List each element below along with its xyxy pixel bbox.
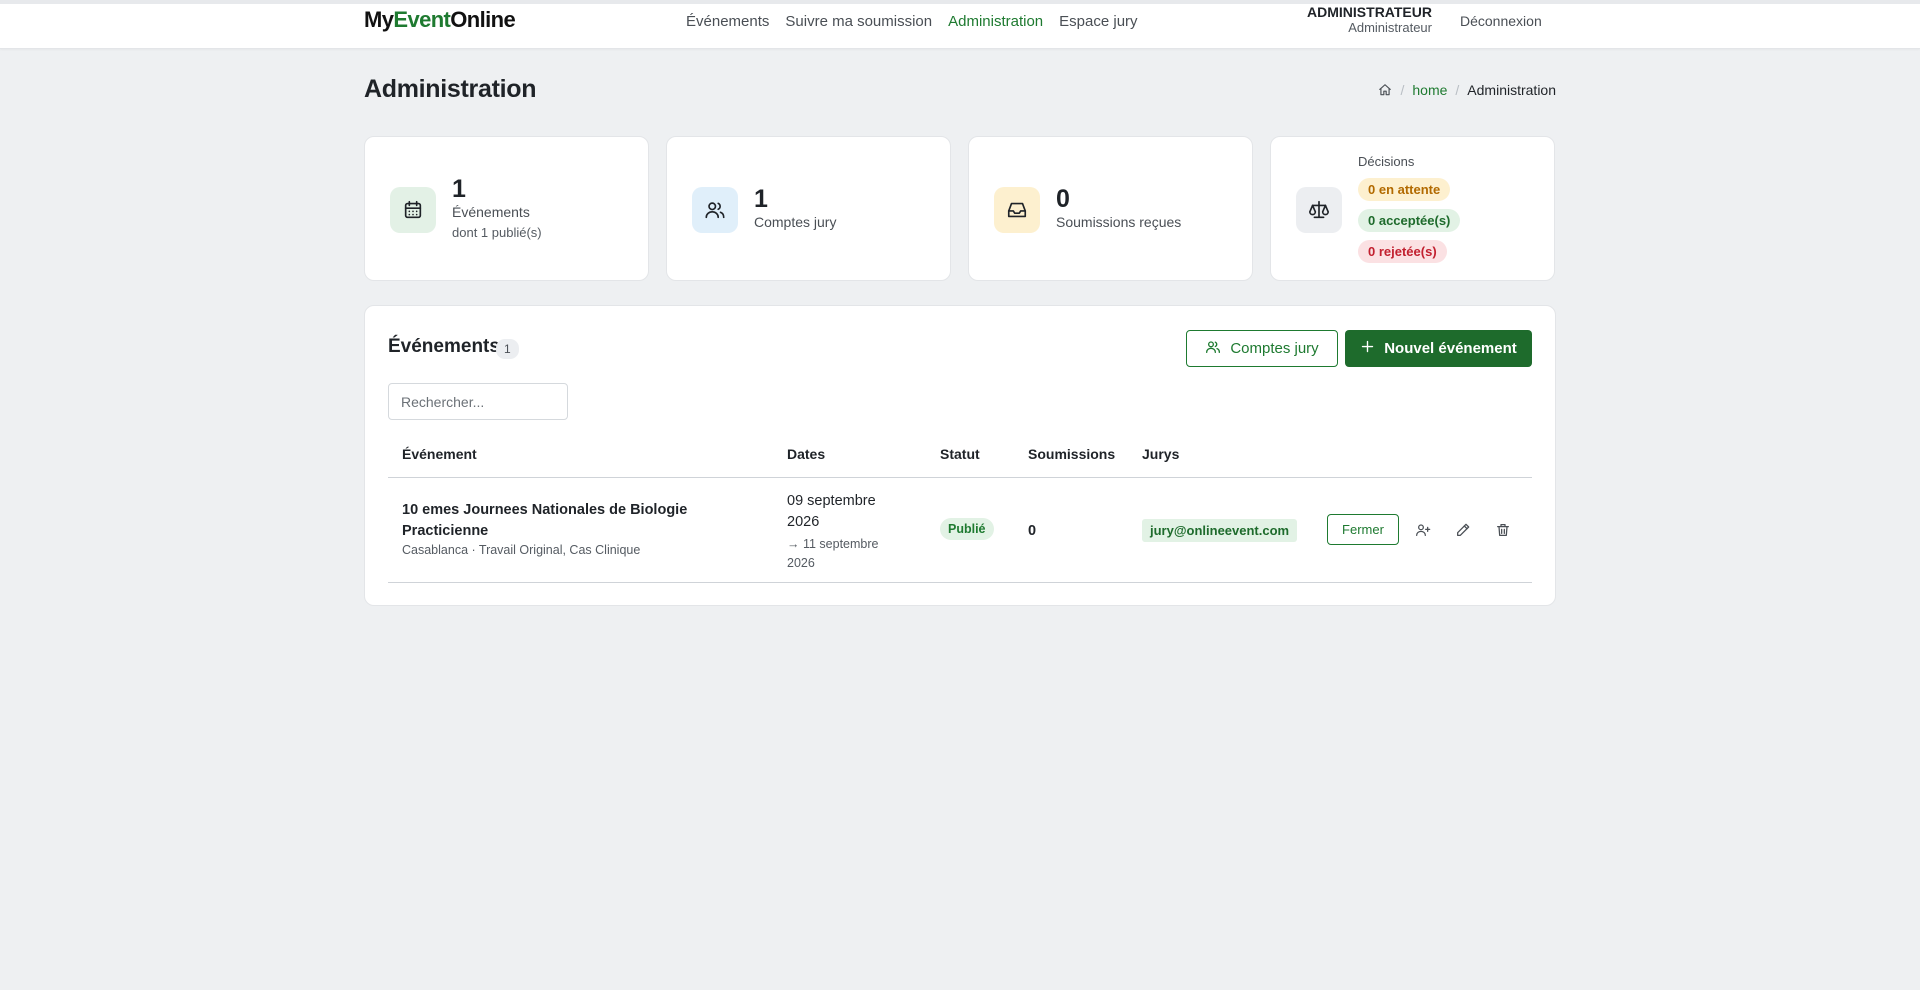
brand-logo[interactable]: MyEventOnline	[364, 7, 516, 33]
stat-events-label: Événements	[452, 204, 530, 220]
users-icon	[1205, 339, 1221, 359]
inbox-icon	[994, 187, 1040, 233]
column-header-jury[interactable]: Jurys	[1142, 446, 1179, 462]
stat-card-decisions: Décisions 0 en attente 0 acceptée(s) 0 r…	[1270, 136, 1555, 281]
user-role: Administrateur	[1348, 20, 1432, 35]
top-navbar: MyEventOnline Événements Suivre ma soumi…	[0, 0, 1920, 49]
event-subtitle: Casablanca · Travail Original, Cas Clini…	[402, 543, 641, 557]
stat-events-value: 1	[452, 175, 466, 203]
breadcrumb-separator: /	[1400, 82, 1405, 98]
jury-email-tag: jury@onlineevent.com	[1142, 519, 1298, 542]
nav-item-administration[interactable]: Administration	[948, 13, 1043, 30]
stat-jury-value: 1	[754, 185, 768, 213]
stat-submissions-value: 0	[1056, 185, 1070, 213]
table-header-divider	[388, 477, 1532, 478]
event-start-date: 09 septembre 2026	[787, 493, 876, 530]
jury-accounts-button-label: Comptes jury	[1230, 340, 1319, 357]
stat-events-hint: dont 1 publié(s)	[452, 225, 542, 240]
event-end-date: → 11 septembre 2026	[787, 537, 879, 570]
users-icon	[692, 187, 738, 233]
decision-rejected-badge: 0 rejetée(s)	[1358, 240, 1447, 263]
column-header-submissions[interactable]: Soumissions	[1028, 446, 1115, 462]
breadcrumb: / home / Administration	[1378, 82, 1556, 98]
logout-link[interactable]: Déconnexion	[1460, 13, 1542, 29]
events-panel: Événements 1 Comptes jury Nouvel événeme…	[364, 305, 1556, 606]
main-nav: Événements Suivre ma soumission Administ…	[686, 13, 1138, 30]
event-title[interactable]: 10 emes Journees Nationales de Biologie …	[402, 500, 702, 542]
home-icon[interactable]	[1378, 83, 1392, 97]
stat-card-events: 1 Événements dont 1 publié(s)	[364, 136, 649, 281]
close-event-button[interactable]: Fermer	[1327, 514, 1399, 545]
pencil-icon[interactable]	[1453, 520, 1473, 540]
breadcrumb-home[interactable]: home	[1412, 82, 1447, 98]
events-count-badge: 1	[496, 339, 519, 359]
column-header-event[interactable]: Événement	[402, 446, 477, 462]
user-plus-icon[interactable]	[1413, 520, 1433, 540]
user-name: ADMINISTRATEUR	[1307, 4, 1432, 20]
new-event-button[interactable]: Nouvel événement	[1345, 330, 1532, 367]
decision-accepted-badge: 0 acceptée(s)	[1358, 209, 1461, 232]
breadcrumb-separator: /	[1455, 82, 1460, 98]
submissions-count: 0	[1028, 523, 1037, 539]
breadcrumb-current: Administration	[1467, 82, 1556, 98]
nav-item-suivre-soumission[interactable]: Suivre ma soumission	[785, 13, 932, 30]
trash-icon[interactable]	[1493, 520, 1513, 540]
stat-card-jury: 1 Comptes jury	[666, 136, 951, 281]
page-title: Administration	[364, 75, 537, 103]
stat-card-submissions: 0 Soumissions reçues	[968, 136, 1253, 281]
stat-decisions-label: Décisions	[1358, 154, 1415, 169]
decision-pending-badge: 0 en attente	[1358, 178, 1451, 201]
stat-submissions-label: Soumissions reçues	[1056, 214, 1182, 230]
column-header-status[interactable]: Statut	[940, 446, 980, 462]
nav-item-espace-jury[interactable]: Espace jury	[1059, 13, 1137, 30]
stat-jury-label: Comptes jury	[754, 214, 837, 230]
user-info: ADMINISTRATEUR Administrateur	[1280, 4, 1432, 36]
table-row-divider	[388, 582, 1532, 583]
events-panel-title: Événements	[388, 336, 500, 357]
brand-part-online: Online	[450, 7, 516, 32]
status-badge: Publié	[940, 518, 994, 540]
scale-icon	[1296, 187, 1342, 233]
calendar-icon	[390, 187, 436, 233]
new-event-button-label: Nouvel événement	[1384, 340, 1517, 357]
plus-icon	[1360, 339, 1375, 358]
column-header-dates[interactable]: Dates	[787, 446, 825, 462]
nav-item-evenements[interactable]: Événements	[686, 13, 769, 30]
search-input[interactable]	[388, 383, 568, 420]
jury-accounts-button[interactable]: Comptes jury	[1186, 330, 1338, 367]
brand-part-my: My	[364, 7, 394, 32]
brand-part-event: Event	[393, 7, 451, 32]
